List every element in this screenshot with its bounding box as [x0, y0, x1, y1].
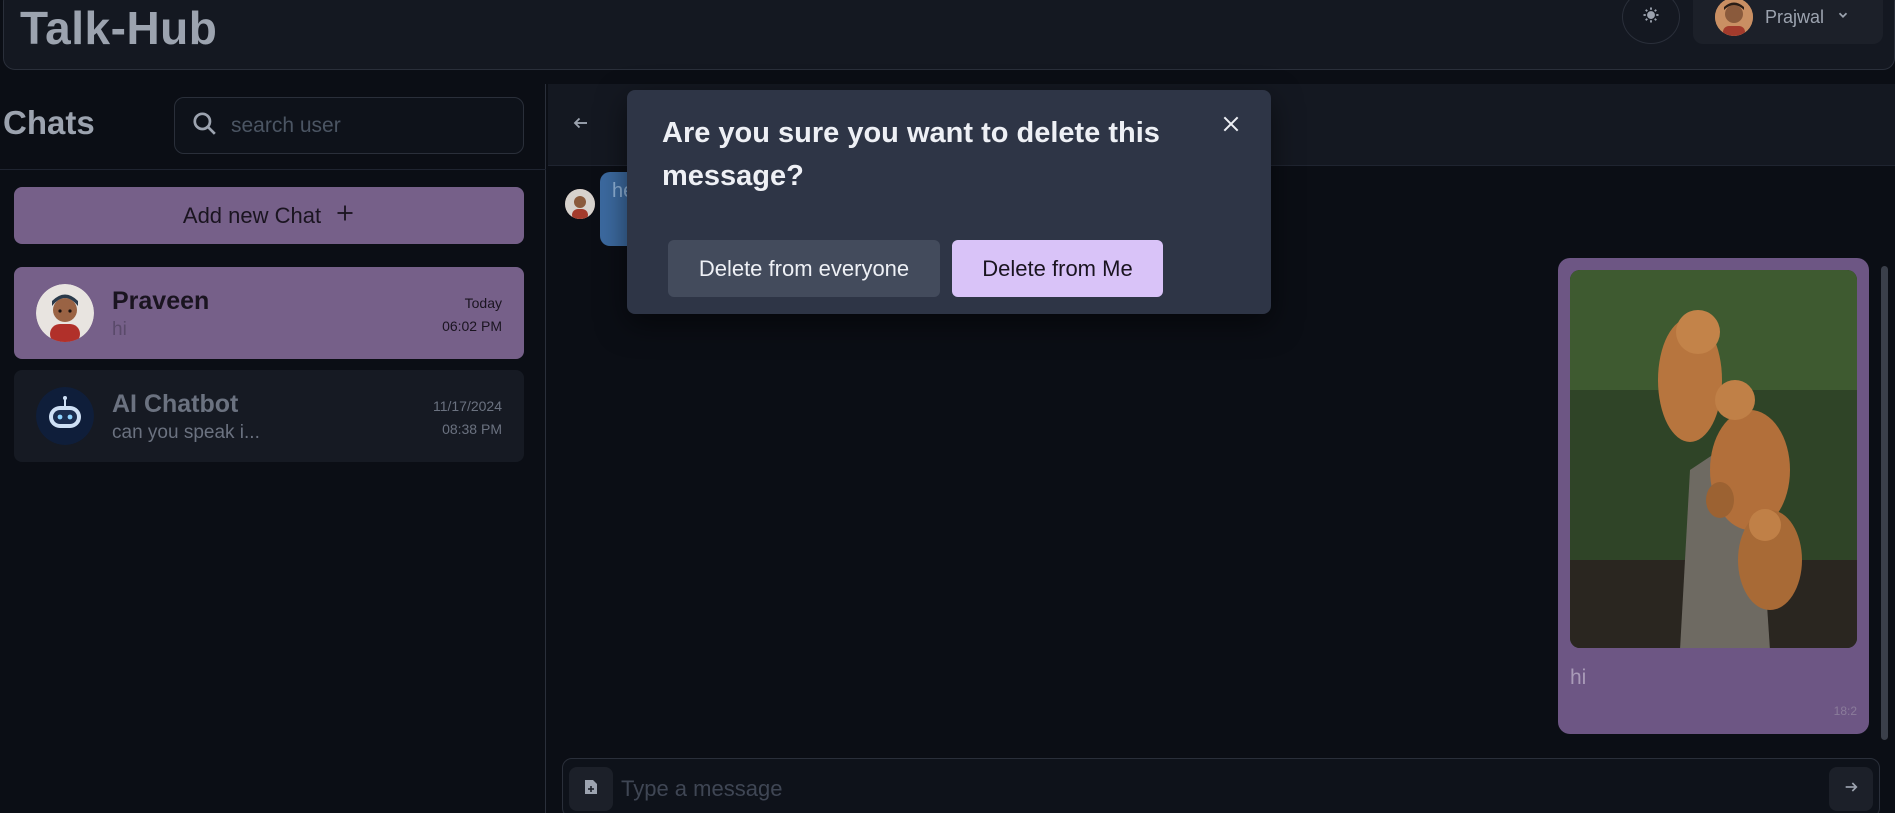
- user-avatar: [1715, 0, 1753, 36]
- add-chat-label: Add new Chat: [182, 202, 322, 228]
- close-icon: [1221, 114, 1241, 139]
- sender-avatar: [565, 189, 595, 219]
- arrow-left-icon[interactable]: [572, 112, 590, 138]
- chat-date: 11/17/2024: [432, 398, 502, 414]
- chat-time: 06:02 PM: [442, 318, 502, 334]
- add-chat-button[interactable]: Add new Chat: [14, 187, 524, 244]
- delete-from-me-button[interactable]: Delete from Me: [952, 240, 1163, 297]
- message-timestamp: 18:2: [1833, 704, 1857, 718]
- search-box[interactable]: [174, 97, 524, 154]
- file-add-icon: [584, 779, 598, 800]
- app-header: Talk-Hub: [3, 0, 1895, 70]
- delete-confirm-dialog: Are you sure you want to delete this mes…: [627, 90, 1271, 314]
- sidebar-divider: [0, 169, 546, 170]
- message-input[interactable]: [621, 773, 1771, 805]
- outgoing-message[interactable]: hi 18:2: [1558, 258, 1869, 734]
- chat-preview: hi: [112, 319, 127, 340]
- plus-icon: [335, 203, 355, 229]
- bot-avatar: [36, 387, 94, 445]
- attach-file-button[interactable]: [569, 767, 613, 811]
- user-menu-button[interactable]: Prajwal: [1693, 0, 1883, 44]
- outgoing-message-text: hi: [1570, 666, 1587, 689]
- chevron-down-icon: [1836, 8, 1850, 27]
- chat-name: Praveen: [112, 287, 210, 315]
- message-composer: [562, 758, 1880, 813]
- user-name: Prajwal: [1765, 6, 1825, 27]
- search-input[interactable]: [231, 113, 511, 138]
- send-button[interactable]: [1829, 767, 1873, 811]
- chat-item-ai-chatbot[interactable]: AI Chatbot can you speak i... 11/17/2024…: [14, 370, 524, 462]
- dialog-title: Are you sure you want to delete this mes…: [662, 117, 1160, 192]
- chat-scrollbar[interactable]: [1881, 266, 1888, 740]
- chat-item-praveen[interactable]: Praveen hi Today 06:02 PM: [14, 267, 524, 359]
- sun-icon: [1642, 6, 1660, 29]
- contact-avatar: [36, 284, 94, 342]
- arrow-right-icon: [1843, 779, 1859, 800]
- delete-from-everyone-button[interactable]: Delete from everyone: [668, 240, 940, 297]
- app-title: Talk-Hub: [20, 2, 218, 54]
- message-image[interactable]: [1570, 270, 1857, 648]
- search-icon: [191, 110, 217, 141]
- chat-preview: can you speak i...: [112, 422, 260, 443]
- sidebar-title: Chats: [3, 104, 95, 141]
- chat-name: AI Chatbot: [112, 390, 239, 418]
- chat-date: Today: [464, 295, 502, 311]
- close-dialog-button[interactable]: [1217, 112, 1245, 140]
- chat-time: 08:38 PM: [442, 421, 502, 437]
